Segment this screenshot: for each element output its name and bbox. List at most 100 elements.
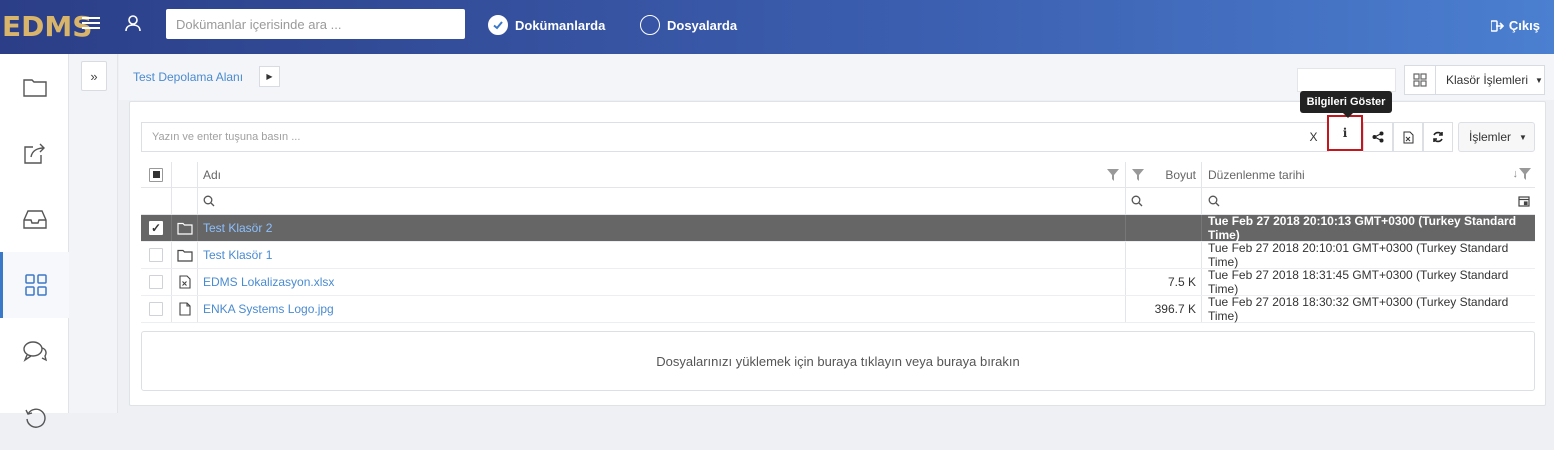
- folder-icon: [176, 222, 193, 235]
- folder-icon: [176, 249, 193, 262]
- table-row[interactable]: ✓ Test Klasör 2 Tue Feb 27 2018 20:10:13…: [141, 214, 1535, 242]
- type-header: [172, 162, 198, 187]
- nav-dashboard[interactable]: [0, 252, 69, 318]
- app-logo[interactable]: EDMS: [2, 10, 92, 43]
- row-modified-cell: Tue Feb 27 2018 20:10:01 GMT+0300 (Turke…: [1208, 241, 1509, 269]
- logout-button[interactable]: Çıkış: [1490, 18, 1540, 33]
- filter-icon[interactable]: [1107, 169, 1119, 181]
- row-checkbox[interactable]: [149, 275, 163, 289]
- collapse-column: »: [69, 54, 118, 413]
- filter-input[interactable]: [141, 122, 1299, 152]
- excel-file-icon: [178, 275, 191, 289]
- calendar-icon[interactable]: [1518, 195, 1530, 207]
- row-type-cell: [172, 242, 198, 268]
- filter-icon[interactable]: [1132, 169, 1144, 181]
- search-icon: [1131, 195, 1143, 207]
- info-icon: i: [1342, 126, 1348, 140]
- row-name-cell: Test Klasör 1: [198, 242, 1126, 268]
- nav-history[interactable]: [0, 384, 69, 450]
- file-name-link[interactable]: EDMS Lokalizasyon.xlsx: [203, 275, 334, 289]
- refresh-button[interactable]: [1423, 122, 1453, 152]
- file-name-link[interactable]: ENKA Systems Logo.jpg: [203, 302, 334, 316]
- file-browser-panel: X i İşlemler ▼ Bilgileri Göster Adı Boyu…: [129, 91, 1546, 406]
- name-header-label: Adı: [203, 167, 222, 182]
- row-modified-cell: Tue Feb 27 2018 20:10:13 GMT+0300 (Turke…: [1208, 214, 1517, 242]
- refresh-icon: [1433, 131, 1443, 143]
- row-type-cell: [172, 296, 198, 322]
- row-checkbox[interactable]: [149, 302, 163, 316]
- select-all-cell: [141, 162, 172, 187]
- nav-shared[interactable]: [0, 120, 69, 186]
- nav-folders[interactable]: [0, 54, 69, 120]
- table-header: Adı Boyut Düzenlenme tarihi ↓: [141, 162, 1535, 188]
- history-icon: [24, 408, 46, 428]
- search-input[interactable]: [166, 9, 465, 39]
- search-icon: [203, 195, 215, 207]
- size-header[interactable]: Boyut: [1126, 162, 1202, 187]
- grid-view-icon: [1413, 73, 1427, 87]
- name-header[interactable]: Adı: [198, 162, 1126, 187]
- row-checkbox[interactable]: ✓: [149, 221, 163, 235]
- upload-dropzone[interactable]: Dosyalarınızı yüklemek için buraya tıkla…: [141, 331, 1535, 391]
- menu-icon[interactable]: [82, 14, 100, 32]
- folder-icon: [22, 79, 47, 97]
- row-select-cell: [141, 296, 172, 322]
- actions-label: İşlemler: [1469, 130, 1512, 144]
- blank-field: [1297, 68, 1396, 92]
- row-size-cell: 396.7 K: [1126, 296, 1202, 322]
- info-tooltip: Bilgileri Göster: [1300, 91, 1392, 118]
- chat-icon: [22, 341, 47, 362]
- expand-sidebar-button[interactable]: »: [81, 61, 107, 91]
- radio-files-label: Dosyalarda: [667, 17, 738, 33]
- table-row[interactable]: Test Klasör 1 Tue Feb 27 2018 20:10:01 G…: [141, 241, 1535, 269]
- share-export-icon: [23, 143, 45, 164]
- share-icon: [1372, 131, 1384, 143]
- filter-icon[interactable]: [1519, 168, 1531, 180]
- row-size-cell: [1126, 215, 1202, 241]
- actions-dropdown[interactable]: İşlemler ▼: [1458, 122, 1535, 152]
- table-row[interactable]: EDMS Lokalizasyon.xlsx 7.5 K Tue Feb 27 …: [141, 268, 1535, 296]
- inbox-icon: [22, 210, 47, 229]
- table-row[interactable]: ENKA Systems Logo.jpg 396.7 K Tue Feb 27…: [141, 295, 1535, 323]
- modified-header[interactable]: Düzenlenme tarihi ↓: [1202, 162, 1535, 187]
- modified-header-label: Düzenlenme tarihi: [1208, 167, 1305, 182]
- share-button[interactable]: [1363, 122, 1393, 152]
- row-type-cell: [172, 269, 198, 295]
- file-name-link[interactable]: Test Klasör 2: [203, 221, 272, 235]
- breadcrumb-next-button[interactable]: ▶: [259, 66, 280, 87]
- breadcrumb-root[interactable]: Test Depolama Alanı: [133, 70, 243, 84]
- filter-cell: [141, 188, 172, 214]
- grid-icon: [25, 274, 47, 296]
- row-select-cell: ✓: [141, 215, 172, 241]
- clear-filter-button[interactable]: X: [1299, 122, 1329, 152]
- row-type-cell: [172, 215, 198, 241]
- row-size-cell: 7.5 K: [1126, 269, 1202, 295]
- size-header-label: Boyut: [1165, 167, 1196, 182]
- row-modified-cell: Tue Feb 27 2018 18:31:45 GMT+0300 (Turke…: [1208, 268, 1509, 296]
- left-nav: [0, 54, 69, 428]
- radio-files[interactable]: Dosyalarda: [640, 14, 737, 36]
- filter-row: [141, 188, 1535, 215]
- file-table: Adı Boyut Düzenlenme tarihi ↓ ✓ Test Kla…: [141, 162, 1535, 323]
- show-info-button[interactable]: i: [1327, 115, 1363, 151]
- row-checkbox[interactable]: [149, 248, 163, 262]
- size-filter-cell[interactable]: [1126, 188, 1202, 214]
- file-name-link[interactable]: Test Klasör 1: [203, 248, 272, 262]
- nav-inbox[interactable]: [0, 186, 69, 252]
- export-excel-button[interactable]: [1393, 122, 1423, 152]
- radio-documents[interactable]: Dokümanlarda: [488, 14, 605, 36]
- sort-desc-icon[interactable]: ↓: [1513, 168, 1531, 180]
- name-filter-cell[interactable]: [198, 188, 1126, 214]
- row-select-cell: [141, 269, 172, 295]
- radio-unchecked-icon: [640, 15, 660, 35]
- excel-icon: [1403, 131, 1413, 143]
- radio-documents-label: Dokümanlarda: [515, 17, 606, 33]
- folder-actions-label: Klasör İşlemleri: [1446, 73, 1529, 87]
- date-filter-cell[interactable]: [1202, 188, 1535, 214]
- nav-messages[interactable]: [0, 318, 69, 384]
- folder-actions-button[interactable]: Klasör İşlemleri ▼: [1436, 65, 1545, 95]
- logout-label: Çıkış: [1508, 18, 1540, 33]
- user-icon[interactable]: [124, 14, 142, 35]
- view-toggle-button[interactable]: [1404, 65, 1436, 95]
- select-all-checkbox[interactable]: [149, 167, 163, 182]
